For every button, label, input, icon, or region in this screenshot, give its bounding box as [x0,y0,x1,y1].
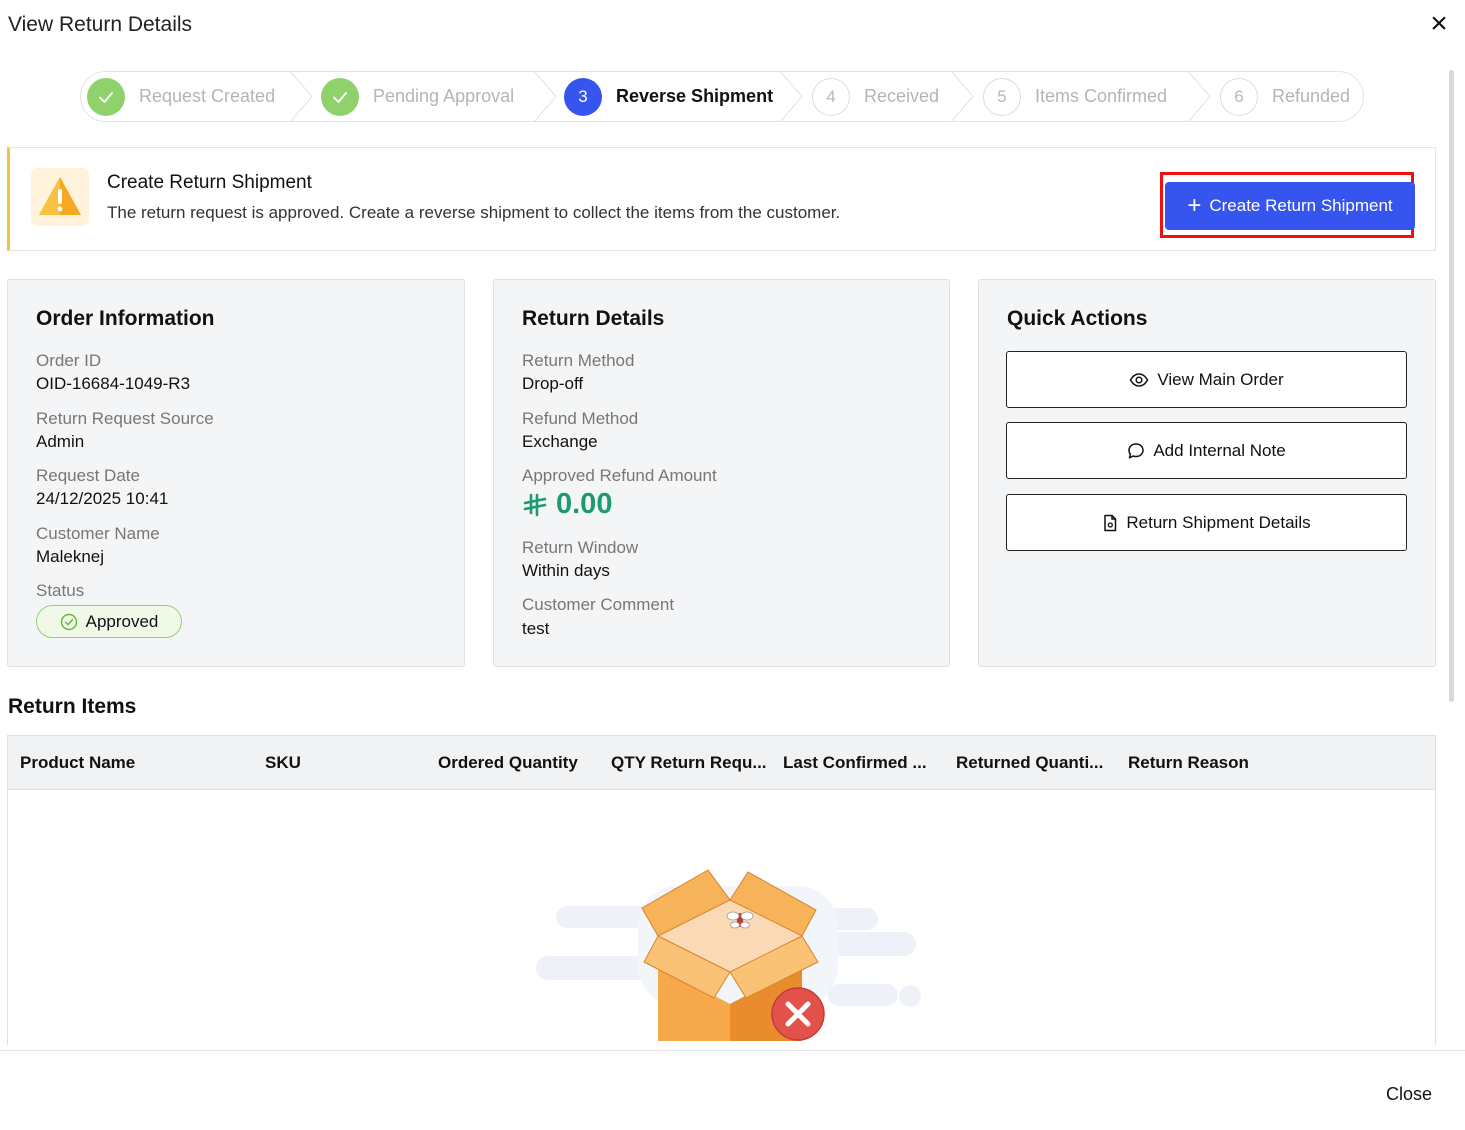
column-header-return-reason[interactable]: Return Reason [1128,753,1328,773]
column-header-ordered-quantity[interactable]: Ordered Quantity [438,753,598,773]
step-label: Pending Approval [373,86,515,106]
customer-comment-label: Customer Comment [522,595,675,614]
step-label: Items Confirmed [1035,86,1168,106]
approved-amount-value: 0.00 [556,488,613,520]
quick-actions-card: Quick Actions View Main Order Add Intern… [978,279,1436,667]
step-pending-approval: Pending Approval [321,72,514,121]
alert-description: The return request is approved. Create a… [107,203,841,222]
chevron-right-icon [1187,71,1211,122]
step-number: 6 [1220,77,1258,116]
progress-stepper: Request Created Pending Approval 3 Rever… [80,71,1364,122]
plus-icon: + [1187,192,1202,219]
step-label: Reverse Shipment [616,86,774,106]
status-label: Status [36,581,85,600]
dialog-footer: Close [0,1050,1465,1130]
chevron-right-icon [289,71,313,122]
return-method-label: Return Method [522,351,635,370]
column-header-last-confirmed[interactable]: Last Confirmed ... [783,753,943,773]
return-window-label: Return Window [522,538,639,557]
customer-name-value: Maleknej [36,547,105,566]
return-items-title: Return Items [8,695,137,718]
chevron-right-icon [950,71,974,122]
step-number: 4 [812,77,850,116]
riyal-currency-icon [523,493,547,516]
button-label: Return Shipment Details [1126,512,1311,532]
scrollbar[interactable] [1449,70,1454,702]
check-icon [321,77,359,116]
card-title: Order Information [36,307,215,330]
view-main-order-button[interactable]: View Main Order [1006,351,1407,408]
return-source-label: Return Request Source [36,409,214,428]
return-method-value: Drop-off [522,374,584,393]
dialog-title: View Return Details [8,13,193,36]
chat-bubble-icon [1128,442,1145,459]
empty-box-icon [536,869,921,1041]
chevron-right-icon [779,71,803,122]
approved-amount: 0.00 [522,488,612,521]
eye-icon [1129,372,1149,387]
step-items-confirmed: 5 Items Confirmed [983,72,1167,121]
step-refunded: 6 Refunded [1220,72,1350,121]
request-date-value: 24/12/2025 10:41 [36,489,169,508]
document-icon [1104,514,1117,531]
step-reverse-shipment: 3 Reverse Shipment [564,72,773,121]
return-source-value: Admin [36,432,85,451]
chevron-right-icon [533,71,557,122]
step-number: 3 [564,77,602,116]
refund-method-value: Exchange [522,432,598,451]
step-request-created: Request Created [87,72,275,121]
column-header-sku[interactable]: SKU [265,753,425,773]
step-label: Received [864,86,940,106]
order-id-label: Order ID [36,351,102,370]
order-information-card: Order Information Order ID OID-16684-104… [7,279,465,667]
step-label: Request Created [139,86,276,106]
request-date-label: Request Date [36,466,140,485]
approved-amount-label: Approved Refund Amount [522,466,717,485]
create-return-shipment-button[interactable]: + Create Return Shipment [1165,182,1415,230]
card-title: Return Details [522,307,665,330]
close-button[interactable]: Close [1386,1084,1432,1105]
button-label: Add Internal Note [1153,440,1286,460]
button-label: View Main Order [1157,369,1284,389]
status-value: Approved [85,611,159,631]
alert-title: Create Return Shipment [107,172,312,193]
add-internal-note-button[interactable]: Add Internal Note [1006,422,1407,479]
return-window-value: Within days [522,561,610,580]
dialog-header: View Return Details × [0,0,1465,52]
column-header-qty-return-requested[interactable]: QTY Return Requ... [611,753,771,773]
step-number: 5 [983,77,1021,116]
warning-icon [31,168,89,226]
return-shipment-details-button[interactable]: Return Shipment Details [1006,494,1407,551]
order-id-value: OID-16684-1049-R3 [36,374,191,393]
return-details-card: Return Details Return Method Drop-off Re… [493,279,950,667]
customer-comment-value: test [522,619,550,638]
customer-name-label: Customer Name [36,524,160,543]
column-header-product-name[interactable]: Product Name [20,753,250,773]
check-icon [87,77,125,116]
step-label: Refunded [1272,86,1351,106]
table-header: Product Name SKU Ordered Quantity QTY Re… [8,736,1435,790]
close-icon[interactable]: × [1424,8,1454,40]
step-received: 4 Received [812,72,939,121]
return-items-table: Product Name SKU Ordered Quantity QTY Re… [7,735,1436,1045]
status-badge: Approved [36,605,182,638]
refund-method-label: Refund Method [522,409,639,428]
check-circle-icon [60,613,77,630]
button-label: Create Return Shipment [1209,196,1393,215]
column-header-returned-quantity[interactable]: Returned Quanti... [956,753,1116,773]
card-title: Quick Actions [1007,307,1148,330]
